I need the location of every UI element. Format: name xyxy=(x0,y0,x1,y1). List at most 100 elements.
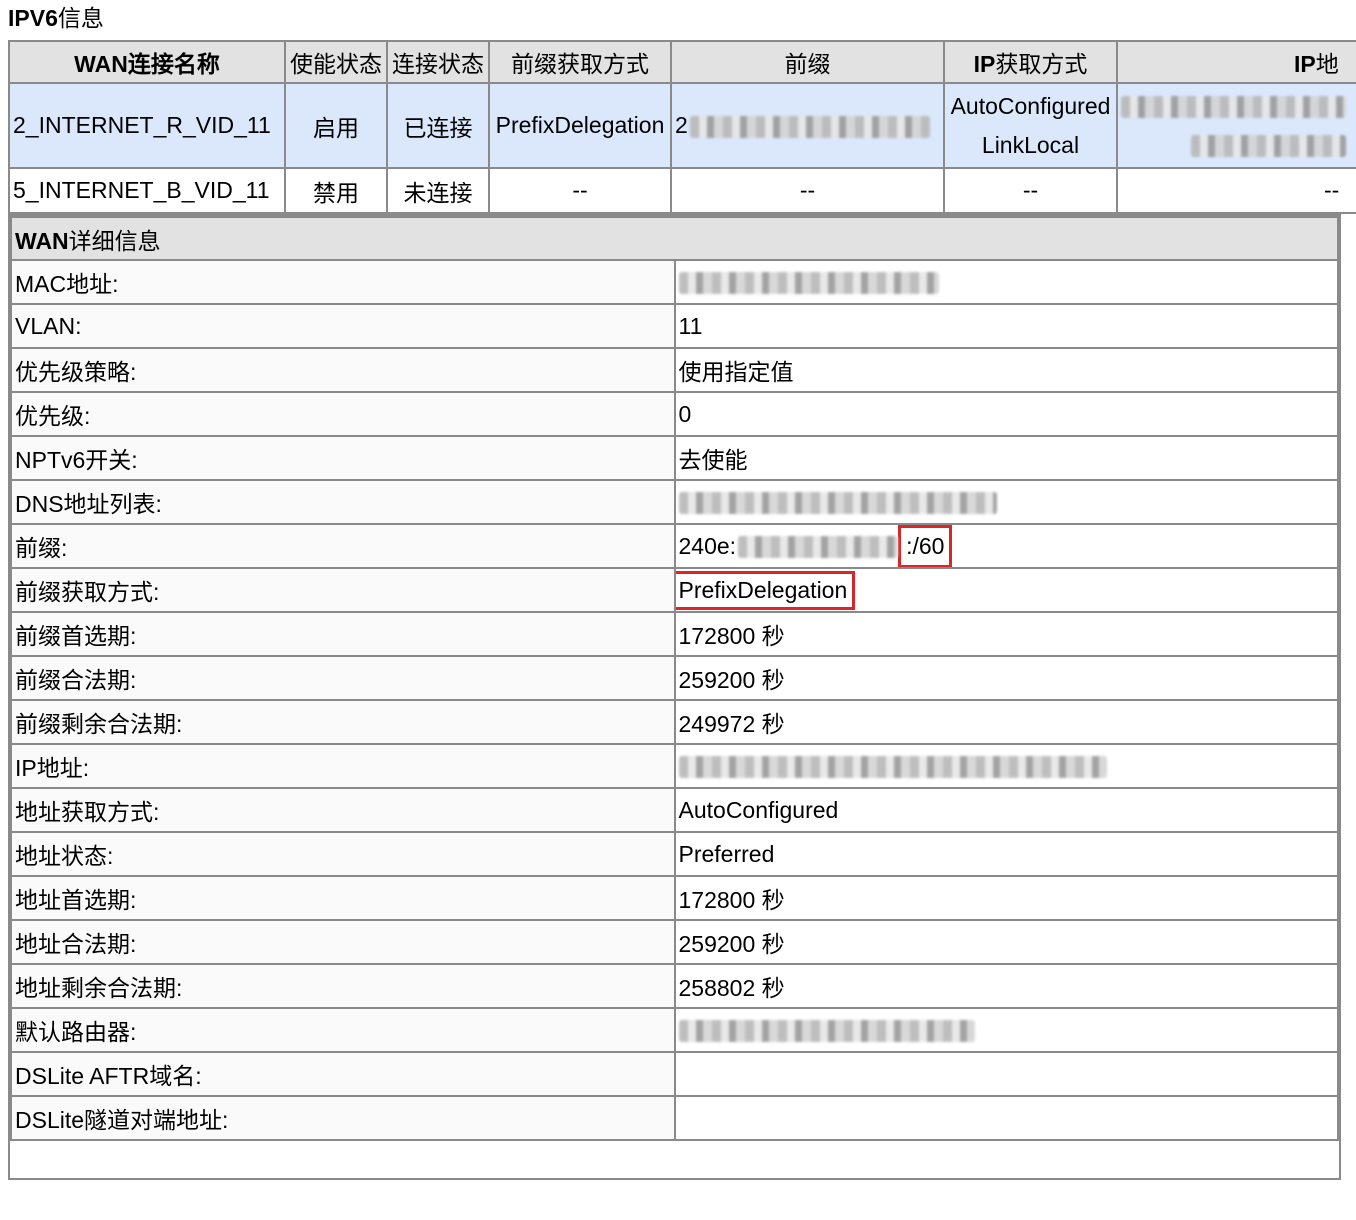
detail-section-title: WAN详细信息 xyxy=(10,216,1339,261)
ip-method-cell: AutoConfigured LinkLocal xyxy=(943,82,1118,169)
detail-value: 249972 秒 xyxy=(673,699,1339,745)
detail-value: 去使能 xyxy=(673,435,1339,481)
header-prefix-method: 前缀获取方式 xyxy=(488,40,672,84)
page-title: IPV6信息 xyxy=(8,5,104,31)
redacted-ip-2 xyxy=(1191,135,1346,158)
wan-table-header-row: WAN连接名称 使能状态 连接状态 前缀获取方式 前缀 IP获取方式 IP地 xyxy=(8,40,1356,84)
detail-value: 259200 秒 xyxy=(673,655,1339,701)
connection-status-cell: 已连接 xyxy=(386,82,490,169)
ip-address-cell: -- xyxy=(1116,167,1356,214)
redacted-prefix-middle xyxy=(738,536,899,559)
redacted-mac xyxy=(678,272,939,295)
detail-label: 地址剩余合法期: xyxy=(10,963,676,1009)
detail-label: NPTv6开关: xyxy=(10,435,676,481)
detail-row-address-preferred: 地址首选期: 172800 秒 xyxy=(10,875,1339,921)
detail-value-router xyxy=(673,1007,1339,1053)
detail-section-header: WAN详细信息 xyxy=(10,216,1339,261)
detail-row-prefix-valid: 前缀合法期: 259200 秒 xyxy=(10,655,1339,701)
detail-label: 前缀合法期: xyxy=(10,655,676,701)
header-ip-address: IP地 xyxy=(1116,40,1356,84)
detail-value: 259200 秒 xyxy=(673,919,1339,965)
header-connection-status: 连接状态 xyxy=(386,40,490,84)
detail-row-vlan: VLAN: 11 xyxy=(10,303,1339,349)
header-enable-status: 使能状态 xyxy=(284,40,388,84)
prefix-length-highlight: :/60 xyxy=(898,526,953,566)
detail-value: 11 xyxy=(673,303,1339,349)
detail-row-dns-list: DNS地址列表: xyxy=(10,479,1339,525)
detail-value: 172800 秒 xyxy=(673,611,1339,657)
detail-row-ip-address: IP地址: xyxy=(10,743,1339,789)
prefix-method-cell: PrefixDelegation xyxy=(488,82,672,169)
detail-label: 前缀剩余合法期: xyxy=(10,699,676,745)
header-wan-name: WAN连接名称 xyxy=(8,40,286,84)
detail-value: Preferred xyxy=(673,831,1339,877)
header-ip-method: IP获取方式 xyxy=(943,40,1118,84)
detail-row-dslite-peer: DSLite隧道对端地址: xyxy=(10,1095,1339,1141)
detail-label: 地址获取方式: xyxy=(10,787,676,833)
header-prefix: 前缀 xyxy=(670,40,945,84)
redacted-ip-address xyxy=(678,756,1107,779)
detail-label: 前缀: xyxy=(10,523,676,569)
detail-label: DSLite隧道对端地址: xyxy=(10,1095,676,1141)
detail-row-address-state: 地址状态: Preferred xyxy=(10,831,1339,877)
prefix-method-highlight: PrefixDelegation xyxy=(676,570,856,610)
detail-value-dns xyxy=(673,479,1339,525)
prefix-cell: -- xyxy=(670,167,945,214)
prefix-method-cell: -- xyxy=(488,167,672,214)
detail-row-mac: MAC地址: xyxy=(10,259,1339,305)
detail-value: 使用指定值 xyxy=(673,347,1339,393)
detail-label: VLAN: xyxy=(10,303,676,349)
redacted-ip-line-2-wrap xyxy=(1121,126,1356,165)
prefix-start: 240e: xyxy=(678,532,737,559)
detail-label: 地址合法期: xyxy=(10,919,676,965)
detail-label: 优先级: xyxy=(10,391,676,437)
detail-row-default-router: 默认路由器: xyxy=(10,1007,1339,1053)
detail-value: AutoConfigured xyxy=(673,787,1339,833)
wan-row-internet-r[interactable]: 2_INTERNET_R_VID_11 启用 已连接 PrefixDelegat… xyxy=(8,82,1356,169)
detail-value xyxy=(673,1051,1339,1097)
detail-label: MAC地址: xyxy=(10,259,676,305)
detail-value: 258802 秒 xyxy=(673,963,1339,1009)
detail-row-prefix-preferred: 前缀首选期: 172800 秒 xyxy=(10,611,1339,657)
wan-row-internet-b[interactable]: 5_INTERNET_B_VID_11 禁用 未连接 -- -- -- -- xyxy=(8,167,1356,214)
wan-name-cell: 2_INTERNET_R_VID_11 xyxy=(8,82,286,169)
ip-method-autoconfigured: AutoConfigured xyxy=(950,92,1111,119)
detail-value-prefix-method: PrefixDelegation xyxy=(673,567,1339,613)
detail-label: 优先级策略: xyxy=(10,347,676,393)
redacted-dns xyxy=(678,492,997,515)
ip-method-linklocal: LinkLocal xyxy=(981,131,1080,158)
detail-label: DSLite AFTR域名: xyxy=(10,1051,676,1097)
detail-label: IP地址: xyxy=(10,743,676,789)
prefix-visible-char: 2 xyxy=(675,112,688,138)
detail-row-nptv6: NPTv6开关: 去使能 xyxy=(10,435,1339,481)
wan-name-cell: 5_INTERNET_B_VID_11 xyxy=(8,167,286,214)
detail-value-prefix: 240e: :/60 xyxy=(673,523,1339,569)
detail-row-priority: 优先级: 0 xyxy=(10,391,1339,437)
prefix-cell: 2 xyxy=(670,82,945,169)
redacted-ip-line-1-wrap xyxy=(1121,87,1356,126)
detail-row-prefix: 前缀: 240e: :/60 xyxy=(10,523,1339,569)
detail-label: 前缀获取方式: xyxy=(10,567,676,613)
detail-row-priority-policy: 优先级策略: 使用指定值 xyxy=(10,347,1339,393)
detail-row-address-method: 地址获取方式: AutoConfigured xyxy=(10,787,1339,833)
detail-row-address-valid: 地址合法期: 259200 秒 xyxy=(10,919,1339,965)
detail-label: 地址状态: xyxy=(10,831,676,877)
detail-label: 默认路由器: xyxy=(10,1007,676,1053)
ip-method-cell: -- xyxy=(943,167,1118,214)
enable-status-cell: 启用 xyxy=(284,82,388,169)
detail-value: 172800 秒 xyxy=(673,875,1339,921)
detail-row-prefix-remaining: 前缀剩余合法期: 249972 秒 xyxy=(10,699,1339,745)
redacted-prefix xyxy=(689,115,930,138)
detail-label: 前缀首选期: xyxy=(10,611,676,657)
detail-label: 地址首选期: xyxy=(10,875,676,921)
detail-row-address-remaining: 地址剩余合法期: 258802 秒 xyxy=(10,963,1339,1009)
wan-detail-table: WAN详细信息 MAC地址: VLAN: 11 优先级策略: 使用指定值 优先级… xyxy=(10,216,1339,1141)
ip-address-cell xyxy=(1116,82,1356,169)
detail-row-prefix-method: 前缀获取方式: PrefixDelegation xyxy=(10,567,1339,613)
wan-connection-table: WAN连接名称 使能状态 连接状态 前缀获取方式 前缀 IP获取方式 IP地 2… xyxy=(8,40,1356,214)
detail-value-mac xyxy=(673,259,1339,305)
redacted-router xyxy=(678,1020,975,1043)
enable-status-cell: 禁用 xyxy=(284,167,388,214)
redacted-ip-1 xyxy=(1121,96,1346,119)
detail-value: 0 xyxy=(673,391,1339,437)
